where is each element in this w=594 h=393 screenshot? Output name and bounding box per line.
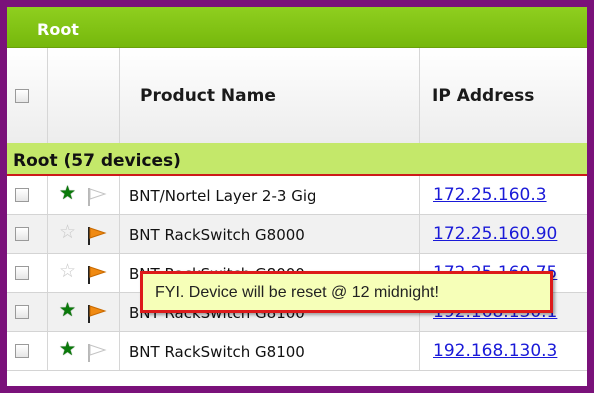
cell-divider [47, 176, 48, 214]
row-select-checkbox[interactable] [15, 344, 29, 358]
flag-icon[interactable] [87, 343, 107, 363]
ip-address-link[interactable]: 172.25.160.90 [433, 224, 557, 244]
column-divider [119, 48, 120, 144]
flag-icon[interactable] [87, 265, 107, 285]
cell-divider [419, 332, 420, 370]
star-icon[interactable]: ★ [59, 183, 76, 203]
column-header-row: Product Name IP Address [7, 47, 587, 145]
column-divider [419, 48, 420, 144]
cell-divider [47, 254, 48, 292]
tooltip-text: FYI. Device will be reset @ 12 midnight! [155, 284, 439, 301]
product-name-cell: BNT/Nortel Layer 2-3 Gigabit [129, 187, 315, 205]
panel-header: Root [7, 7, 587, 47]
cell-divider [47, 332, 48, 370]
cell-divider [419, 176, 420, 214]
star-icon[interactable]: ★ [59, 339, 76, 359]
column-header-ip-address[interactable]: IP Address [432, 86, 534, 106]
flag-icon[interactable] [87, 187, 107, 207]
cell-divider [119, 176, 120, 214]
cell-divider [119, 293, 120, 331]
flag-icon[interactable] [87, 226, 107, 246]
device-grid-panel: Root Product Name IP Address Root (57 de… [0, 0, 594, 393]
ip-address-link[interactable]: 192.168.130.3 [433, 341, 557, 361]
cell-divider [119, 254, 120, 292]
star-icon[interactable]: ★ [59, 300, 76, 320]
table-row[interactable]: ★ BNT RackSwitch G8100 192.168.130.3 [7, 332, 587, 371]
star-icon[interactable]: ☆ [59, 222, 76, 242]
row-select-checkbox[interactable] [15, 266, 29, 280]
cell-divider [119, 215, 120, 253]
star-icon[interactable]: ☆ [59, 261, 76, 281]
group-row-root[interactable]: Root (57 devices) [7, 143, 587, 176]
column-header-product-name[interactable]: Product Name [140, 86, 276, 106]
ip-address-link[interactable]: 172.25.160.3 [433, 185, 547, 205]
product-name-cell: BNT RackSwitch G8000 [129, 226, 305, 244]
select-all-checkbox[interactable] [15, 89, 29, 103]
cell-divider [119, 332, 120, 370]
flag-icon[interactable] [87, 304, 107, 324]
row-select-checkbox[interactable] [15, 305, 29, 319]
table-row[interactable]: ☆ BNT RackSwitch G8000 172.25.160.90 [7, 215, 587, 254]
cell-divider [47, 215, 48, 253]
column-divider [47, 48, 48, 144]
cell-divider [47, 293, 48, 331]
table-row[interactable]: ★ BNT/Nortel Layer 2-3 Gigabit 172.25.160.… [7, 176, 587, 215]
product-name-cell: BNT RackSwitch G8100 [129, 343, 305, 361]
reset-notice-tooltip: FYI. Device will be reset @ 12 midnight! [140, 271, 553, 313]
panel-title: Root [37, 20, 79, 39]
row-select-checkbox[interactable] [15, 188, 29, 202]
group-label: Root (57 devices) [13, 151, 181, 171]
row-select-checkbox[interactable] [15, 227, 29, 241]
cell-divider [419, 215, 420, 253]
